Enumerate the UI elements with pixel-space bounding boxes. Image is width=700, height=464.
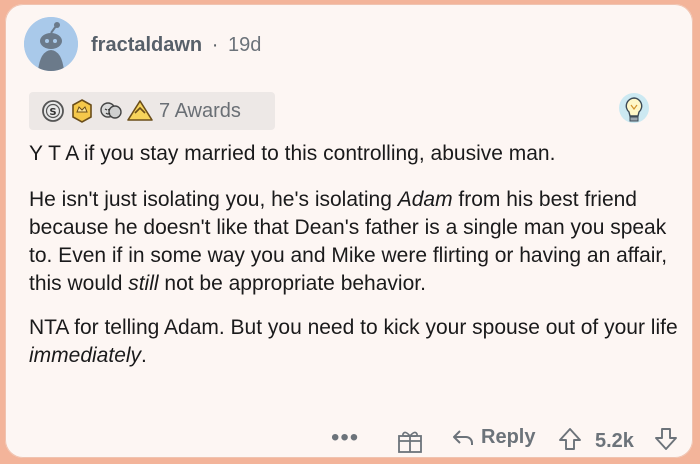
gift-icon[interactable] bbox=[396, 428, 424, 459]
awards-count: 7 Awards bbox=[159, 99, 241, 122]
paragraph-3-text-a: NTA for telling Adam. But you need to ki… bbox=[29, 316, 678, 339]
paragraph-2-text-a: He isn't just isolating you, he's isolat… bbox=[29, 188, 398, 211]
comment-header: fractaldawn · 19d bbox=[91, 34, 261, 57]
svg-text:S: S bbox=[49, 107, 56, 118]
downvote-icon[interactable] bbox=[653, 426, 679, 457]
lightbulb-icon[interactable] bbox=[616, 92, 652, 132]
emphasis-adam: Adam bbox=[397, 188, 453, 211]
awards-bar[interactable]: S 7 Awards bbox=[29, 92, 275, 130]
reddit-avatar-icon bbox=[24, 17, 78, 71]
timestamp[interactable]: 19d bbox=[228, 34, 261, 56]
comment-card: fractaldawn · 19d S 7 Awards Y T A if yo… bbox=[5, 4, 693, 458]
reply-arrow-icon bbox=[453, 429, 473, 445]
silver-award-icon: S bbox=[39, 97, 67, 125]
upvote-icon[interactable] bbox=[557, 426, 583, 457]
paragraph-2-text-c: not be appropriate behavior. bbox=[158, 272, 426, 295]
wholesome-award-icon bbox=[97, 97, 125, 125]
emphasis-immediately: immediately bbox=[29, 344, 142, 367]
separator-dot: · bbox=[211, 34, 219, 56]
vote-score: 5.2k bbox=[595, 430, 634, 452]
comment-paragraph-1: Y T A if you stay married to this contro… bbox=[29, 142, 556, 165]
helpful-award-icon bbox=[126, 97, 154, 125]
comment-paragraph-2: He isn't just isolating you, he's isolat… bbox=[29, 186, 679, 298]
more-options-button[interactable]: ••• bbox=[331, 424, 359, 452]
username[interactable]: fractaldawn bbox=[91, 34, 202, 56]
reply-button[interactable]: Reply bbox=[451, 426, 535, 449]
emphasis-still: still bbox=[128, 272, 159, 295]
avatar[interactable] bbox=[24, 17, 78, 71]
gold-award-icon bbox=[68, 97, 96, 125]
comment-body: Y T A if you stay married to this contro… bbox=[29, 140, 679, 386]
reply-label: Reply bbox=[481, 426, 536, 448]
comment-actions: ••• Reply 5.2k bbox=[5, 424, 693, 458]
paragraph-3-text-b: . bbox=[141, 344, 147, 367]
comment-paragraph-3: NTA for telling Adam. But you need to ki… bbox=[29, 314, 679, 370]
